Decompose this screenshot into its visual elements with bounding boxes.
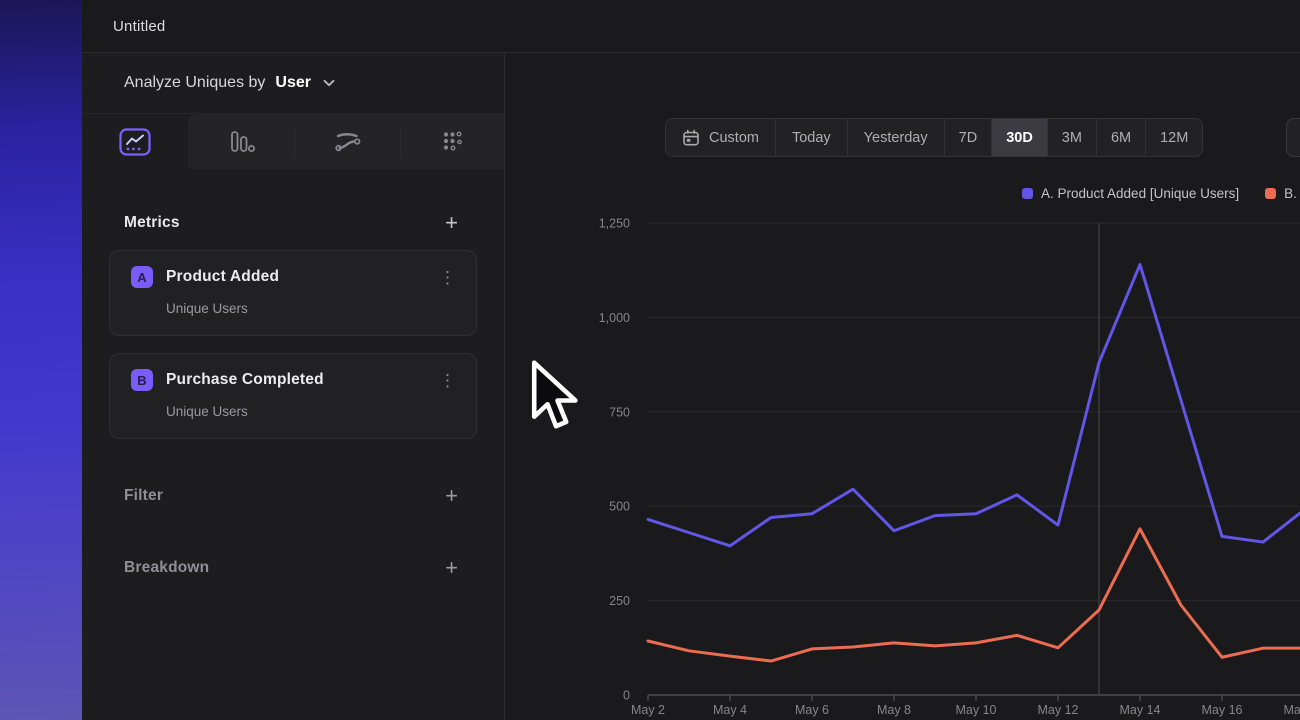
legend-label: B. Purchase Completed [Unique Users] — [1284, 186, 1300, 201]
flows-icon — [332, 129, 362, 155]
metric-event-name[interactable]: Product Added — [166, 268, 279, 286]
metric-card-a[interactable]: A Product Added ⋮ Unique Users — [109, 250, 477, 336]
date-range-bar: CustomTodayYesterday7D30D3M6M12M — [665, 118, 1203, 157]
add-metric-button[interactable]: + — [445, 213, 458, 233]
topbar: Untitled — [82, 0, 1300, 53]
query-panel: Analyze Uniques by User — [82, 53, 505, 720]
range-button-12m[interactable]: 12M — [1145, 119, 1202, 156]
kebab-menu-icon[interactable]: ⋮ — [435, 370, 460, 391]
retention-dots-icon — [439, 129, 467, 155]
analyze-label: Analyze Uniques by — [124, 74, 265, 92]
analyze-value-dropdown[interactable]: User — [275, 74, 311, 92]
chart-type-tabs — [82, 114, 504, 169]
legend-swatch — [1022, 188, 1033, 199]
add-filter-button[interactable]: + — [445, 486, 458, 506]
metric-measure[interactable]: Unique Users — [166, 301, 458, 316]
range-button-today[interactable]: Today — [775, 119, 847, 156]
date-range-group: CustomTodayYesterday7D30D3M6M12M — [665, 118, 1203, 157]
breakdown-header: Breakdown + — [82, 558, 504, 578]
chart-legend: A. Product Added [Unique Users] B. Purcha… — [1022, 186, 1300, 201]
range-button-30d[interactable]: 30D — [991, 119, 1047, 156]
chart-panel: CustomTodayYesterday7D30D3M6M12M Compare… — [506, 54, 1300, 720]
legend-item[interactable]: A. Product Added [Unique Users] — [1022, 186, 1239, 201]
breakdown-title: Breakdown — [124, 559, 209, 577]
metric-card-b[interactable]: B Purchase Completed ⋮ Unique Users — [109, 353, 477, 439]
chevron-down-icon[interactable] — [323, 79, 335, 87]
legend-swatch — [1265, 188, 1276, 199]
filter-header: Filter + — [82, 486, 504, 506]
metrics-header: Metrics + — [82, 213, 504, 233]
legend-label: A. Product Added [Unique Users] — [1041, 186, 1239, 201]
analyze-row: Analyze Uniques by User — [82, 53, 504, 114]
tab-flows[interactable] — [294, 114, 400, 169]
range-button-3m[interactable]: 3M — [1047, 119, 1096, 156]
add-breakdown-button[interactable]: + — [445, 558, 458, 578]
filter-title: Filter — [124, 487, 163, 505]
tab-insights[interactable] — [82, 114, 188, 169]
range-button-custom[interactable]: Custom — [666, 119, 775, 156]
legend-item[interactable]: B. Purchase Completed [Unique Users] — [1265, 186, 1300, 201]
metric-measure[interactable]: Unique Users — [166, 404, 458, 419]
app-window: Untitled Analyze Uniques by User — [82, 0, 1300, 720]
compare-button[interactable]: Compare — [1286, 118, 1300, 157]
range-button-6m[interactable]: 6M — [1096, 119, 1145, 156]
metric-badge-a: A — [131, 266, 153, 288]
range-button-7d[interactable]: 7D — [944, 119, 992, 156]
metrics-title: Metrics — [124, 214, 180, 232]
range-button-yesterday[interactable]: Yesterday — [847, 119, 944, 156]
line-chart-icon — [119, 128, 151, 156]
metric-badge-b: B — [131, 369, 153, 391]
tab-funnels[interactable] — [188, 114, 294, 169]
funnel-icon — [226, 129, 256, 155]
metric-event-name[interactable]: Purchase Completed — [166, 371, 324, 389]
background-gradient — [0, 0, 82, 720]
report-title[interactable]: Untitled — [113, 18, 165, 35]
calendar-icon — [682, 129, 700, 147]
kebab-menu-icon[interactable]: ⋮ — [435, 267, 460, 288]
tab-retention[interactable] — [400, 114, 506, 169]
